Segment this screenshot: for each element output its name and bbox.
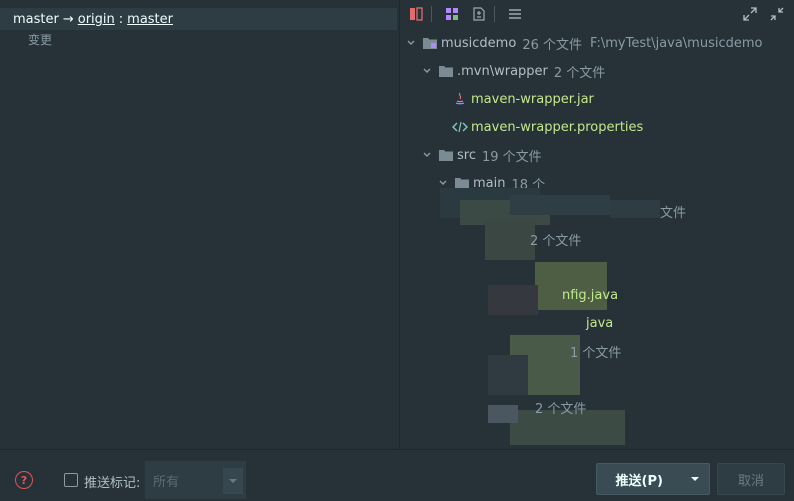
push-arrow: →	[62, 11, 74, 27]
tree-row-properties[interactable]: maven-wrapper.properties	[452, 117, 643, 137]
redaction-block	[488, 355, 528, 395]
commits-pane: master → origin : master 变更	[0, 0, 399, 449]
mvn-count: 2 个文件	[553, 65, 606, 81]
remote-link[interactable]: origin	[78, 12, 115, 27]
help-icon[interactable]: ?	[15, 471, 33, 489]
colon: :	[118, 11, 124, 27]
redaction-block	[485, 220, 535, 260]
folder-icon	[438, 63, 454, 79]
chevron-down-icon[interactable]	[404, 36, 418, 50]
jar-name: maven-wrapper.jar	[471, 91, 594, 107]
diff-icon	[410, 7, 423, 21]
push-tags-checkbox[interactable]	[64, 473, 78, 487]
partial-label-5: 1 个文件	[570, 345, 622, 361]
root-path: F:\myTest\java\musicdemo	[590, 35, 763, 51]
redaction-block	[510, 195, 610, 215]
list-icon	[509, 9, 521, 19]
commit-branch-row[interactable]: master → origin : master	[0, 8, 397, 30]
root-name: musicdemo	[441, 35, 517, 51]
chevron-down-icon[interactable]	[420, 148, 434, 162]
java-archive-icon	[452, 91, 468, 107]
changes-tree-pane: musicdemo 26 个文件 F:\myTest\java\musicdem…	[400, 0, 794, 449]
expand-icon	[743, 7, 757, 21]
module-folder-icon	[422, 35, 438, 51]
redaction-block	[610, 200, 660, 218]
src-count: 19 个文件	[481, 149, 542, 165]
collapse-icon	[770, 7, 784, 21]
dialog-footer: ? 推送标记: 所有 推送(P) 取消	[0, 449, 794, 501]
properties-name: maven-wrapper.properties	[471, 119, 644, 135]
chevron-down-icon[interactable]	[223, 468, 243, 494]
push-button-label: 推送(P)	[615, 473, 663, 489]
partial-label-6: 2 个文件	[535, 401, 587, 417]
expand-all-button[interactable]	[739, 3, 761, 25]
redaction-block	[488, 285, 538, 315]
redaction-block	[488, 405, 518, 423]
select-value: 所有	[153, 474, 180, 490]
local-branch: master	[13, 11, 59, 27]
partial-label-3: nfig.java	[562, 287, 619, 303]
collapse-all-button[interactable]	[504, 3, 526, 25]
show-diff-button[interactable]	[468, 3, 490, 25]
tree-row-root[interactable]: musicdemo 26 个文件 F:\myTest\java\musicdem…	[404, 33, 763, 53]
mvn-name: .mvn\wrapper	[457, 63, 548, 79]
cancel-button[interactable]: 取消	[717, 463, 785, 495]
tree-toolbar	[400, 0, 794, 28]
group-by-button[interactable]	[441, 3, 463, 25]
chevron-down-icon[interactable]	[420, 64, 434, 78]
chevron-down-icon[interactable]	[681, 464, 709, 494]
code-file-icon	[452, 119, 468, 135]
push-tags-label: 推送标记:	[84, 476, 141, 491]
push-tags-select[interactable]: 所有	[145, 461, 246, 499]
group-icon	[446, 8, 458, 20]
root-count: 26 个文件	[522, 37, 582, 53]
push-button[interactable]: 推送(P)	[596, 463, 710, 495]
tree-row-mvn[interactable]: .mvn\wrapper 2 个文件	[420, 61, 605, 81]
toolbar-separator-2	[494, 6, 495, 22]
target-branch-link[interactable]: master	[127, 12, 173, 27]
partial-label-2: 2 个文件	[530, 233, 582, 249]
partial-label-1: 文件	[660, 205, 687, 221]
tree-row-src[interactable]: src 19 个文件	[420, 145, 542, 165]
tree-row-jar[interactable]: maven-wrapper.jar	[452, 89, 594, 109]
collapse-button[interactable]	[766, 3, 788, 25]
file-diff-icon	[473, 7, 485, 21]
partial-label-4: java	[586, 315, 614, 331]
src-name: src	[457, 147, 476, 163]
folder-icon	[438, 147, 454, 163]
toolbar-separator	[431, 6, 432, 22]
diff-button[interactable]	[405, 3, 427, 25]
changes-label: 变更	[28, 33, 53, 47]
